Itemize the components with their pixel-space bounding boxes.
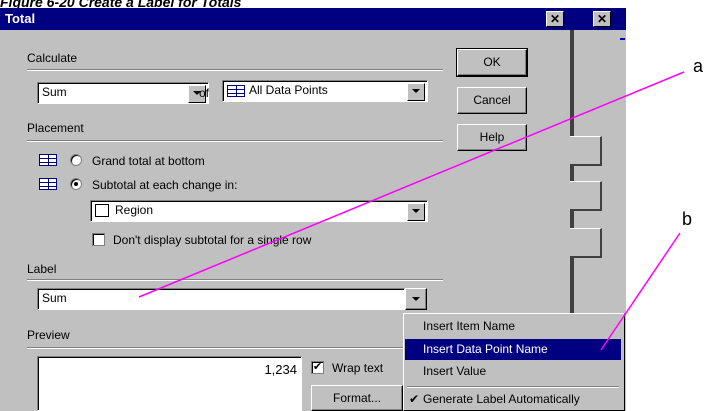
callout-a-label: a xyxy=(693,56,704,76)
callout-b-label: b xyxy=(682,209,693,229)
callout-line-b xyxy=(600,232,681,351)
callout-lines xyxy=(138,71,685,351)
callout-line-a xyxy=(138,71,685,298)
